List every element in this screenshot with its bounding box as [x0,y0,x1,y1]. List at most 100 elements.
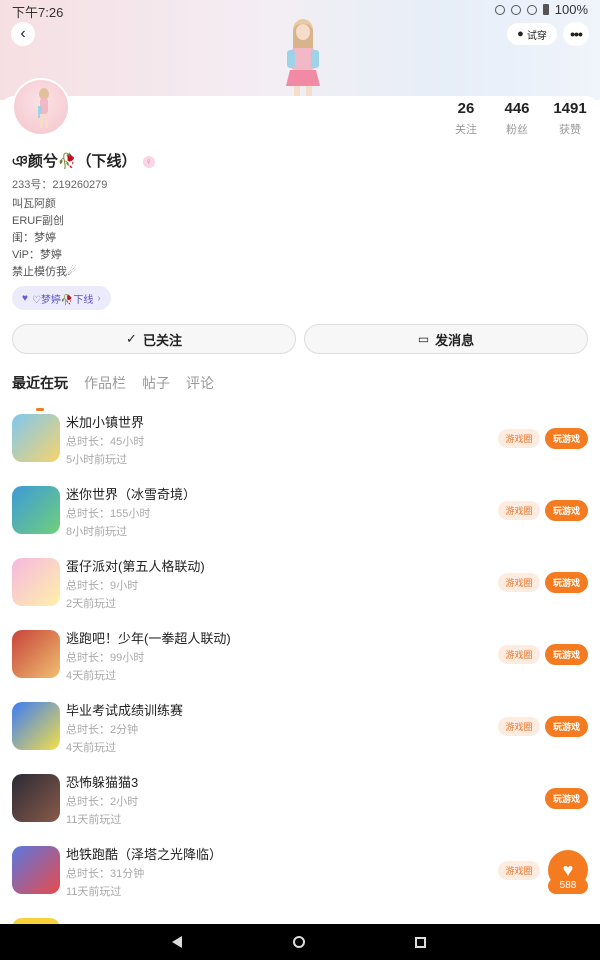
followed-button[interactable]: ✓ 已关注 [12,324,296,354]
tab-works[interactable]: 作品栏 [84,373,126,403]
stat-value: 446 [504,100,530,117]
action-buttons: ✓ 已关注 ▭ 发消息 [12,324,588,354]
heart-icon: ♥ [22,292,28,304]
followed-label: 已关注 [142,332,182,348]
game-last-played: 2天前玩过 [66,598,117,610]
game-duration: 总时长：2分钟 [66,724,139,736]
game-name: 迷你世界（冰雪奇境） [66,487,197,502]
game-icon [12,414,60,462]
list-item[interactable]: 迷你世界（冰雪奇境） 总时长：155小时 8小时前玩过 游戏圈 玩游戏 [0,474,600,546]
dnd-icon [510,4,521,15]
tab-posts[interactable]: 帖子 [142,373,170,403]
game-duration: 总时长：99小时 [66,652,145,664]
game-last-played: 11天前玩过 [66,886,122,898]
message-button[interactable]: ▭ 发消息 [304,324,588,354]
stat-value: 26 [457,100,475,117]
bio-line: 叫瓦阿颜 [12,198,56,210]
partial-list-item [0,914,600,924]
wifi-icon [526,4,537,15]
game-duration: 总时长：9小时 [66,580,139,592]
game-name: 蛋仔派对(第五人格联动) [66,559,205,574]
nav-back-icon[interactable] [172,936,182,948]
game-icon [12,558,60,606]
game-name: 毕业考试成绩训练赛 [66,703,184,718]
gender-icon: ♀ [142,156,155,169]
try-on-button[interactable]: ● 试穿 [507,23,557,45]
stat-fans[interactable]: 446 粉丝 [493,100,541,137]
game-circle-button[interactable]: 游戏圈 [498,429,540,448]
more-button[interactable]: ••• [563,22,589,46]
game-icon [12,702,60,750]
avatar[interactable] [12,78,70,136]
back-chevron-icon: ‹ [20,25,26,42]
game-last-played: 4天前玩过 [66,670,117,682]
chevron-right-icon: › [97,292,101,304]
game-last-played: 5小时前玩过 [66,454,128,466]
check-icon: ✓ [126,331,137,346]
game-icon [12,774,60,822]
nav-recents-icon[interactable] [415,937,426,948]
game-last-played: 8小时前玩过 [66,526,128,538]
stat-value: 1491 [553,100,587,117]
bio-line: ViP：梦婷 [12,249,62,261]
tab-recent-play[interactable]: 最近在玩 [12,373,68,411]
game-name: 地铁跑酷（泽塔之光降临） [66,847,223,862]
profile-tabs: 最近在玩 作品栏 帖子 评论 [12,373,214,411]
stat-label: 粉丝 [506,124,528,136]
chat-bubble-icon: ▭ [417,332,430,346]
bio-line: 闺：梦婷 [12,232,56,244]
game-circle-button[interactable]: 游戏圈 [498,861,540,880]
list-item[interactable]: 逃跑吧！少年(一拳超人联动) 总时长：99小时 4天前玩过 游戏圈 玩游戏 [0,618,600,690]
status-time: 下午7:26 [12,5,64,20]
list-item[interactable]: 恐怖躲猫猫3 总时长：2小时 11天前玩过 玩游戏 [0,762,600,834]
game-icon [12,846,60,894]
game-duration: 总时长：2小时 [66,796,139,808]
game-duration: 总时长：45小时 [66,436,145,448]
like-count: 588 [548,878,588,894]
play-game-button[interactable]: 玩游戏 [545,572,588,593]
game-last-played: 11天前玩过 [66,814,122,826]
stat-label: 关注 [455,124,477,136]
relation-tag[interactable]: ♥ ♡梦婷🥀下线 › [12,286,111,310]
game-circle-button[interactable]: 游戏圈 [498,573,540,592]
play-game-button[interactable]: 玩游戏 [545,428,588,449]
list-item[interactable]: 米加小镇世界 总时长：45小时 5小时前玩过 游戏圈 玩游戏 [0,402,600,474]
game-duration: 总时长：31分钟 [66,868,145,880]
game-duration: 总时长：155小时 [66,508,151,520]
bluetooth-icon [494,4,505,15]
bear-icon: ● [517,28,524,40]
nav-home-icon[interactable] [293,936,305,948]
back-button[interactable]: ‹ [11,22,35,46]
nickname-row: ঞ颜兮🥀（下线） ♀ [12,150,155,175]
play-game-button[interactable]: 玩游戏 [545,716,588,737]
play-game-button[interactable]: 玩游戏 [545,644,588,665]
play-game-button[interactable]: 玩游戏 [545,500,588,521]
nickname: ঞ颜兮🥀（下线） [12,153,137,170]
bio: 叫瓦阿颜 ERUF副创 闺：梦婷 ViP：梦婷 禁止模仿我☄ [12,196,77,281]
game-last-played: 4天前玩过 [66,742,117,754]
bio-line: ERUF副创 [12,215,64,227]
game-circle-button[interactable]: 游戏圈 [498,645,540,664]
list-item[interactable]: 蛋仔派对(第五人格联动) 总时长：9小时 2天前玩过 游戏圈 玩游戏 [0,546,600,618]
play-game-button[interactable]: 玩游戏 [545,788,588,809]
message-label: 发消息 [435,332,475,348]
bio-line: 禁止模仿我☄ [12,266,77,278]
stat-label: 获赞 [559,124,581,136]
game-name: 逃跑吧！少年(一拳超人联动) [66,631,231,646]
game-icon [12,486,60,534]
tab-comments[interactable]: 评论 [186,373,214,403]
game-circle-button[interactable]: 游戏圈 [498,501,540,520]
game-icon [12,630,60,678]
try-on-label: 试穿 [526,30,547,42]
list-item[interactable]: 毕业考试成绩训练赛 总时长：2分钟 4天前玩过 游戏圈 玩游戏 [0,690,600,762]
stat-following[interactable]: 26 关注 [442,100,490,137]
list-item[interactable]: 地铁跑酷（泽塔之光降临） 总时长：31分钟 11天前玩过 游戏圈 [0,834,600,906]
game-name: 恐怖躲猫猫3 [66,775,139,790]
game-name: 米加小镇世界 [66,415,145,430]
game-circle-button[interactable]: 游戏圈 [498,717,540,736]
battery-icon [542,4,549,15]
stat-likes[interactable]: 1491 获赞 [546,100,594,137]
user-id: 233号：219260279 [12,179,108,191]
relation-tag-label: ♡梦婷🥀下线 [31,294,94,306]
battery-level: 100% [554,2,588,17]
